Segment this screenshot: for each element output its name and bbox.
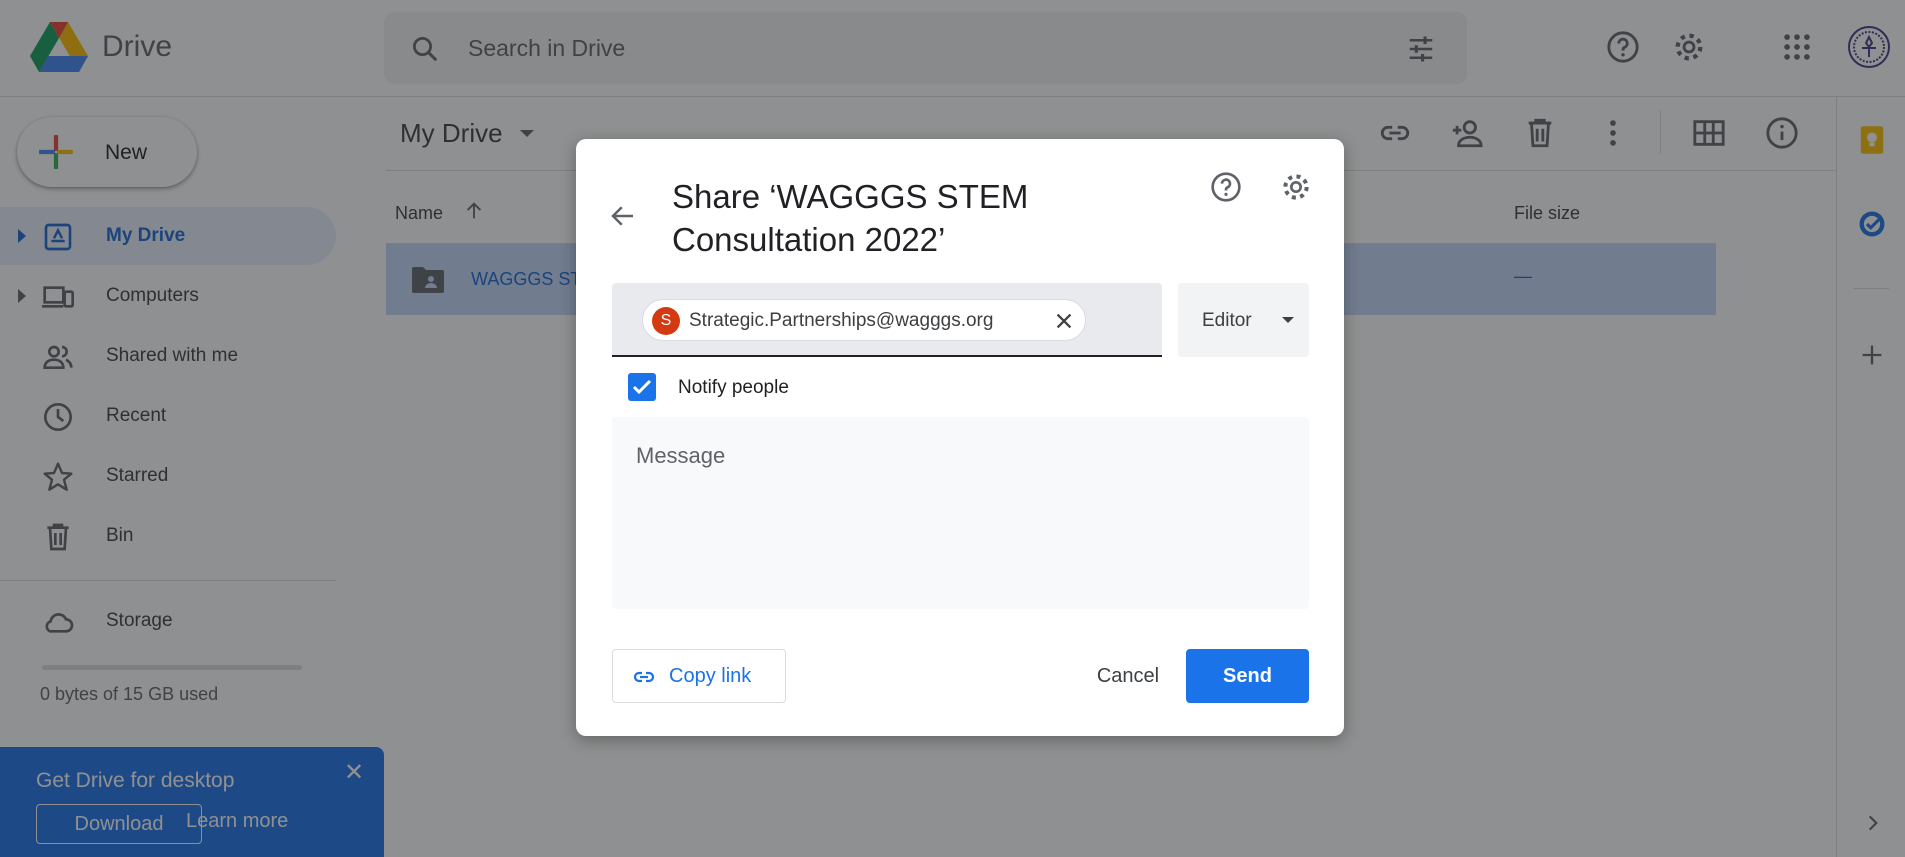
chevron-down-icon [1282,317,1294,323]
recipient-avatar: S [652,307,680,335]
send-button[interactable]: Send [1186,649,1309,703]
message-field[interactable] [612,417,1309,609]
cancel-button[interactable]: Cancel [1076,649,1180,703]
checkmark-icon [632,379,652,395]
copy-link-button[interactable]: Copy link [612,649,786,703]
recipient-chip[interactable]: S Strategic.Partnerships@wagggs.org [642,299,1086,341]
recipient-email: Strategic.Partnerships@wagggs.org [689,310,994,331]
back-arrow-icon[interactable] [608,201,638,231]
settings-icon[interactable] [1280,171,1312,203]
notify-checkbox[interactable] [628,373,656,401]
help-icon[interactable] [1210,171,1242,203]
share-dialog: Share ‘WAGGGS STEM Consultation 2022’ S … [576,139,1344,736]
link-icon [633,671,655,683]
dialog-title: Share ‘WAGGGS STEM Consultation 2022’ [672,178,1029,258]
role-select[interactable]: Editor [1178,283,1309,357]
notify-label[interactable]: Notify people [678,377,789,399]
recipients-input[interactable]: S Strategic.Partnerships@wagggs.org [612,283,1162,357]
remove-recipient-icon[interactable] [1053,310,1075,332]
copy-link-label: Copy link [669,665,752,687]
role-select-value: Editor [1202,310,1252,331]
